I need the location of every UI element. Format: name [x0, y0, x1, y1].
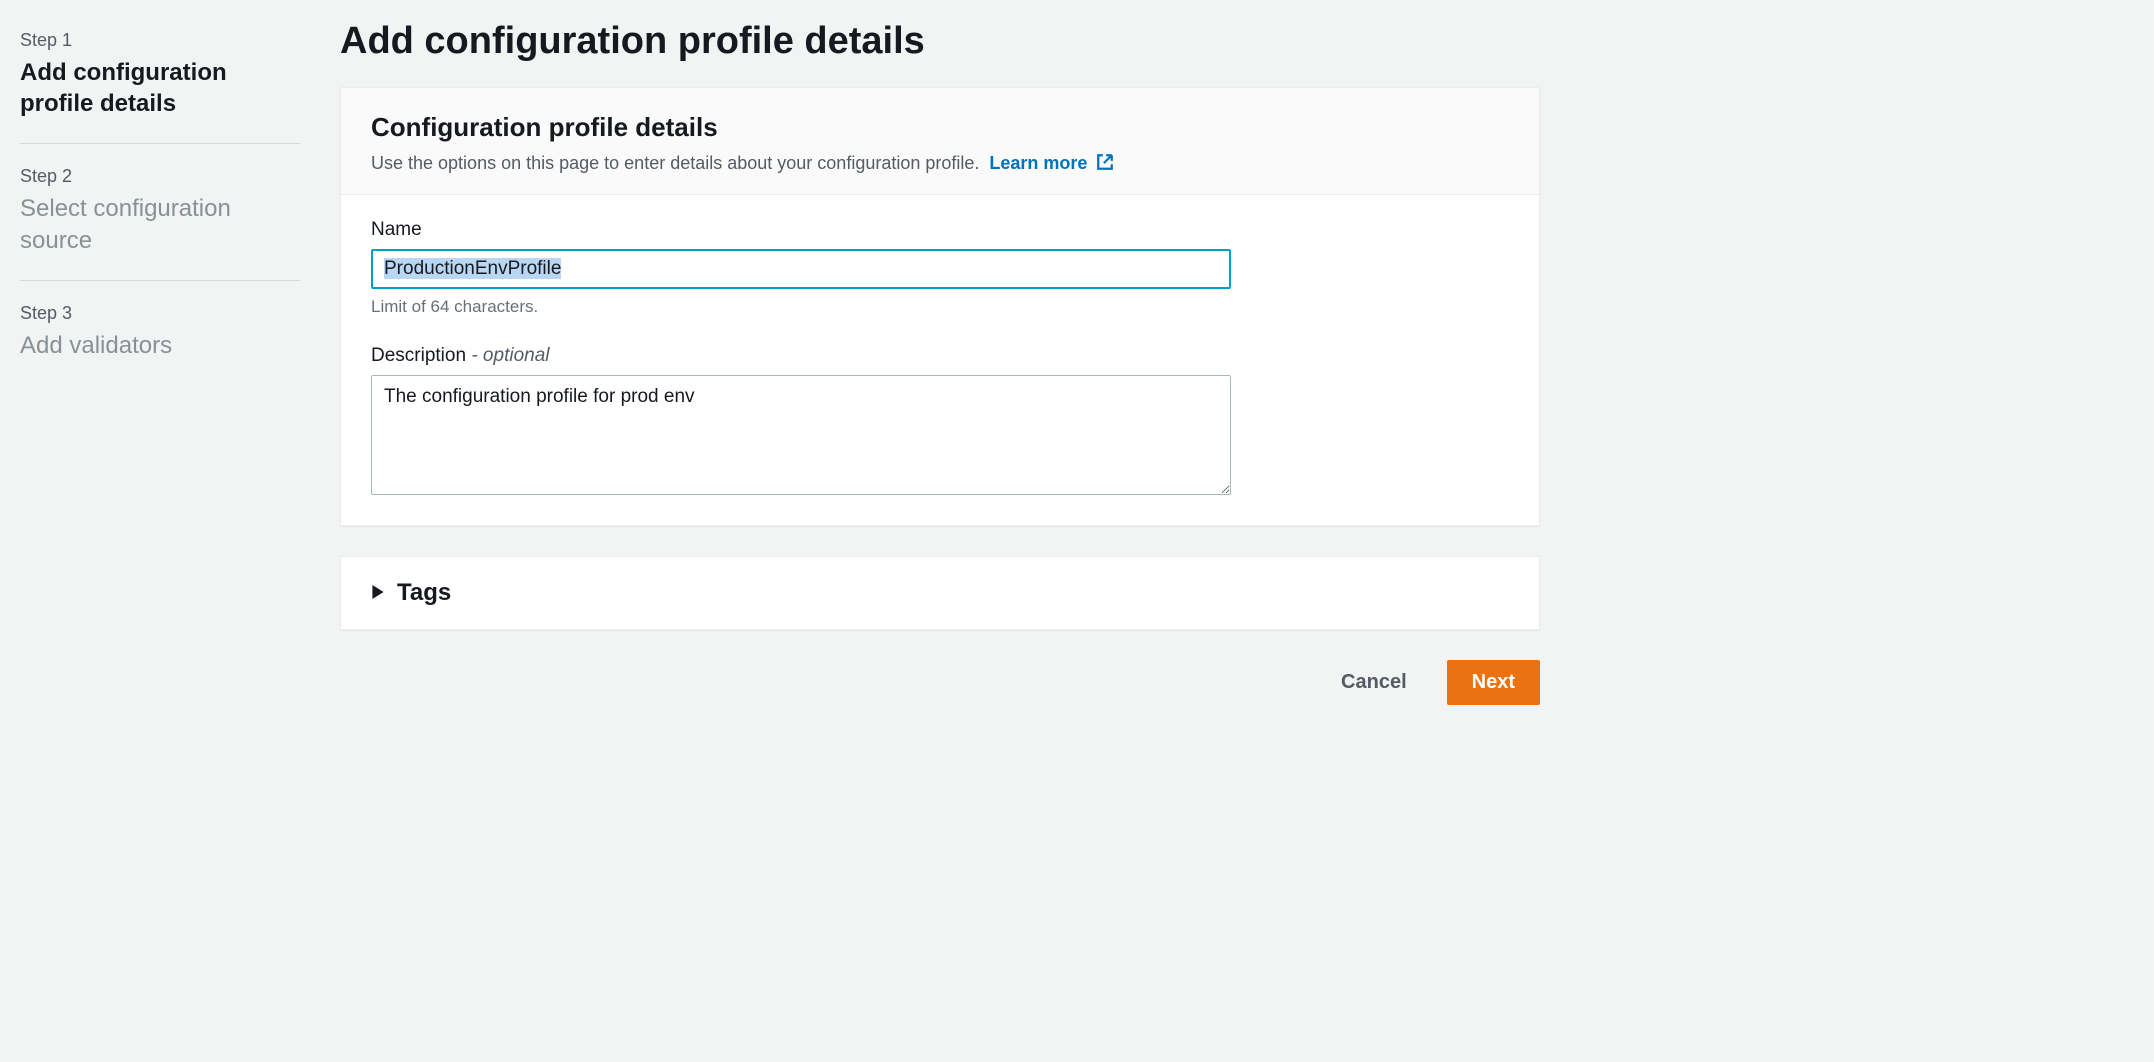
wizard-step-1[interactable]: Step 1 Add configuration profile details: [20, 20, 300, 144]
step-title: Add validators: [20, 330, 300, 361]
wizard-step-3[interactable]: Step 3 Add validators: [20, 293, 300, 385]
tags-panel: Tags: [340, 556, 1540, 630]
main-content: Add configuration profile details Config…: [340, 20, 1540, 1022]
name-input[interactable]: ProductionEnvProfile: [371, 249, 1231, 289]
panel-subtitle: Use the options on this page to enter de…: [371, 153, 1509, 174]
page-title: Add configuration profile details: [340, 20, 1540, 63]
name-label: Name: [371, 219, 1509, 241]
step-number: Step 2: [20, 166, 300, 187]
panel-title: Configuration profile details: [371, 112, 1509, 143]
external-link-icon: [1096, 153, 1114, 171]
wizard-footer: Cancel Next: [340, 660, 1540, 705]
step-title: Select configuration source: [20, 193, 300, 255]
cancel-button[interactable]: Cancel: [1317, 660, 1431, 705]
tags-title: Tags: [397, 579, 451, 607]
name-field: Name ProductionEnvProfile Limit of 64 ch…: [371, 219, 1509, 317]
name-helper-text: Limit of 64 characters.: [371, 297, 1509, 317]
step-title: Add configuration profile details: [20, 57, 300, 119]
description-field: Description - optional: [371, 345, 1509, 495]
step-number: Step 1: [20, 30, 300, 51]
next-button[interactable]: Next: [1447, 660, 1540, 705]
panel-body: Name ProductionEnvProfile Limit of 64 ch…: [341, 195, 1539, 525]
panel-header: Configuration profile details Use the op…: [341, 88, 1539, 195]
wizard-step-2[interactable]: Step 2 Select configuration source: [20, 156, 300, 280]
description-textarea[interactable]: [371, 375, 1231, 495]
wizard-steps-sidebar: Step 1 Add configuration profile details…: [20, 20, 300, 1022]
name-input-value: ProductionEnvProfile: [384, 258, 561, 279]
caret-right-icon: [371, 585, 385, 602]
learn-more-link[interactable]: Learn more: [989, 153, 1114, 173]
step-number: Step 3: [20, 303, 300, 324]
tags-expander[interactable]: Tags: [341, 557, 1539, 629]
description-label: Description - optional: [371, 345, 1509, 367]
config-profile-details-panel: Configuration profile details Use the op…: [340, 87, 1540, 526]
